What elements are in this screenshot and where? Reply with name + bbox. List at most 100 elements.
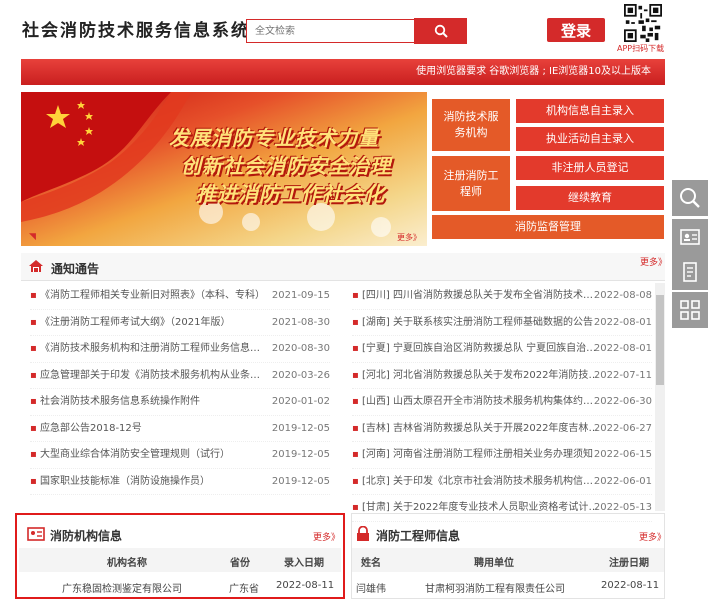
bullet-icon: ▪: [30, 316, 37, 328]
bullet-icon: ▪: [352, 369, 359, 381]
notice-link[interactable]: [四川] 四川省消防救援总队关于发布全省消防技术服务...: [362, 283, 600, 310]
notice-date: 2020-03-26: [271, 369, 330, 381]
fire-supervision-link[interactable]: 消防监督管理: [432, 215, 664, 239]
org-row-province: 广东省: [229, 584, 259, 595]
org-info-title: 消防机构信息: [50, 529, 123, 543]
notice-link[interactable]: [山西] 山西太原召开全市消防技术服务机构集体约谈暨...: [362, 389, 600, 416]
notice-link[interactable]: 应急部公告2018-12号: [40, 416, 265, 443]
banner-pause-icon[interactable]: ◥: [29, 232, 36, 242]
list-item[interactable]: ▪ [四川] 四川省消防救援总队关于发布全省消防技术服务... 2022-08-08: [352, 283, 652, 310]
engineer-row-name[interactable]: 闫雄伟: [356, 580, 386, 595]
org-self-entry-link[interactable]: 机构信息自主录入: [516, 99, 664, 123]
qr-code-icon[interactable]: [624, 4, 662, 42]
notices-more-link[interactable]: 更多》: [640, 255, 667, 268]
notice-date: 2022-08-01: [593, 316, 652, 328]
site-title: 社会消防技术服务信息系统: [22, 21, 250, 41]
side-document-button[interactable]: [672, 254, 708, 290]
bullet-icon: ▪: [30, 396, 37, 407]
list-item[interactable]: ▪ 《消防工程师相关专业新旧对照表》（本科、专科） 2021-09-15: [30, 283, 330, 310]
browser-requirement-bar: 使用浏览器要求 谷歌浏览器 ; IE浏览器10及以上版本: [21, 59, 665, 85]
banner-slogan-2: 创新社会消防安全治理: [181, 154, 391, 178]
notice-date: 2022-06-30: [593, 396, 652, 407]
notice-date: 2019-12-05: [271, 475, 330, 487]
side-id-card-button[interactable]: [672, 219, 708, 255]
id-card-icon: [27, 527, 45, 541]
engineer-col-name: 姓名: [361, 558, 381, 569]
list-item[interactable]: ▪ [山西] 山西太原召开全市消防技术服务机构集体约谈暨... 2022-06-30: [352, 389, 652, 416]
notice-date: 2022-07-11: [593, 369, 652, 381]
list-item[interactable]: ▪ 《注册消防工程师考试大纲》（2021年版） 2021-08-30: [30, 310, 330, 337]
banner-more-link[interactable]: 更多》: [397, 232, 421, 243]
notice-link[interactable]: [吉林] 吉林省消防救援总队关于开展2022年度吉林省...: [362, 416, 600, 443]
notice-link[interactable]: [河北] 河北省消防救援总队关于发布2022年消防技术...: [362, 363, 600, 390]
home-icon: [29, 260, 43, 272]
engineer-info-title: 消防工程师信息: [376, 529, 461, 543]
practice-self-entry-link[interactable]: 执业活动自主录入: [516, 127, 664, 151]
list-item[interactable]: ▪ [河北] 河北省消防救援总队关于发布2022年消防技术... 2022-07-1…: [352, 363, 652, 390]
notice-scrollbar[interactable]: [655, 283, 665, 511]
notice-link[interactable]: 《注册消防工程师考试大纲》（2021年版）: [40, 310, 265, 337]
bullet-icon: ▪: [352, 422, 359, 434]
login-button[interactable]: 登录: [547, 18, 605, 42]
bullet-icon: ▪: [352, 475, 359, 487]
notice-link[interactable]: 《消防工程师相关专业新旧对照表》（本科、专科）: [40, 283, 265, 310]
notice-link[interactable]: 国家职业技能标准（消防设施操作员）: [40, 469, 265, 496]
list-item[interactable]: ▪ 应急部公告2018-12号 2019-12-05: [30, 416, 330, 443]
search-button[interactable]: [414, 18, 467, 44]
list-item[interactable]: ▪ [吉林] 吉林省消防救援总队关于开展2022年度吉林省... 2022-06-2…: [352, 416, 652, 443]
banner-carousel[interactable]: 发展消防专业技术力量 创新社会消防安全治理 推进消防工作社会化 ◥ 更多》: [21, 92, 427, 246]
notice-link[interactable]: [宁夏] 宁夏回族自治区消防救援总队 宁夏回族自治区...: [362, 336, 600, 363]
list-item[interactable]: ▪ 应急管理部关于印发《消防技术服务机构从业条件》的... 2020-03-26: [30, 363, 330, 390]
bullet-icon: ▪: [352, 343, 359, 354]
search-icon: [434, 24, 448, 38]
list-item[interactable]: ▪ 国家职业技能标准（消防设施操作员） 2019-12-05: [30, 469, 330, 496]
notice-date: 2022-08-01: [593, 343, 652, 354]
qr-label: APP扫码下载: [617, 44, 665, 53]
notice-date: 2019-12-05: [271, 422, 330, 434]
banner-slogan-3: 推进消防工作社会化: [196, 182, 385, 206]
notice-date: 2022-06-15: [593, 449, 652, 460]
notice-link[interactable]: 社会消防技术服务信息系统操作附件: [40, 389, 265, 416]
grid-apps-icon: [680, 300, 700, 320]
scrollbar-thumb[interactable]: [656, 295, 664, 385]
notice-date: 2022-06-01: [593, 475, 652, 487]
list-item[interactable]: ▪ 社会消防技术服务信息系统操作附件 2020-01-02: [30, 389, 330, 416]
list-item[interactable]: ▪ [湖南] 关于联系核实注册消防工程师基础数据的公告 2022-08-01: [352, 310, 652, 337]
org-col-date: 录入日期: [284, 558, 324, 569]
notice-date: 2020-01-02: [271, 396, 330, 407]
list-item[interactable]: ▪ 《消防技术服务机构和注册消防工程师业务信息管理系... 2020-08-30: [30, 336, 330, 363]
engineer-col-employer: 聘用单位: [474, 558, 514, 569]
org-info-more-link[interactable]: 更多》: [313, 530, 340, 543]
notice-link[interactable]: 大型商业综合体消防安全管理规则（试行）: [40, 442, 265, 469]
engineer-info-more-link[interactable]: 更多》: [639, 530, 666, 543]
quick-link-engineer[interactable]: 注册消防工程师: [432, 156, 510, 211]
side-apps-button[interactable]: [672, 292, 708, 328]
quick-link-org-label: 消防技术服务机构: [443, 110, 499, 139]
engineer-row-employer: 甘肃柯羽消防工程有限责任公司: [425, 584, 565, 595]
list-item[interactable]: ▪ [河南] 河南省注册消防工程师注册相关业务办理须知 2022-06-15: [352, 442, 652, 469]
notice-link[interactable]: [河南] 河南省注册消防工程师注册相关业务办理须知: [362, 442, 600, 469]
bullet-icon: ▪: [352, 449, 359, 460]
side-search-button[interactable]: [672, 180, 708, 216]
notice-link[interactable]: [湖南] 关于联系核实注册消防工程师基础数据的公告: [362, 310, 600, 337]
bullet-icon: ▪: [352, 316, 359, 328]
continuing-education-link[interactable]: 继续教育: [516, 186, 664, 210]
non-registered-link[interactable]: 非注册人员登记: [516, 156, 664, 180]
org-row-name[interactable]: 广东稳固检测鉴定有限公司: [62, 580, 182, 595]
notice-list-right: ▪ [四川] 四川省消防救援总队关于发布全省消防技术服务... 2022-08-08…: [352, 283, 652, 522]
org-row-date: 2022-08-11: [276, 580, 335, 591]
notice-link[interactable]: [北京] 关于印发《北京市社会消防技术服务机构信用监...: [362, 469, 600, 496]
bullet-icon: ▪: [30, 290, 37, 301]
quick-link-org[interactable]: 消防技术服务机构: [432, 99, 510, 151]
bullet-icon: ▪: [30, 343, 37, 354]
document-icon: [683, 262, 697, 282]
search-input[interactable]: [246, 19, 414, 43]
list-item[interactable]: ▪ [宁夏] 宁夏回族自治区消防救援总队 宁夏回族自治区... 2022-08-01: [352, 336, 652, 363]
list-item[interactable]: ▪ [北京] 关于印发《北京市社会消防技术服务机构信用监... 2022-06-01: [352, 469, 652, 496]
notice-link[interactable]: 应急管理部关于印发《消防技术服务机构从业条件》的...: [40, 363, 265, 390]
id-card-icon: [680, 229, 700, 245]
notice-date: 2020-08-30: [271, 343, 330, 354]
lock-icon: [357, 526, 369, 541]
list-item[interactable]: ▪ 大型商业综合体消防安全管理规则（试行） 2019-12-05: [30, 442, 330, 469]
notice-link[interactable]: 《消防技术服务机构和注册消防工程师业务信息管理系...: [40, 336, 265, 363]
